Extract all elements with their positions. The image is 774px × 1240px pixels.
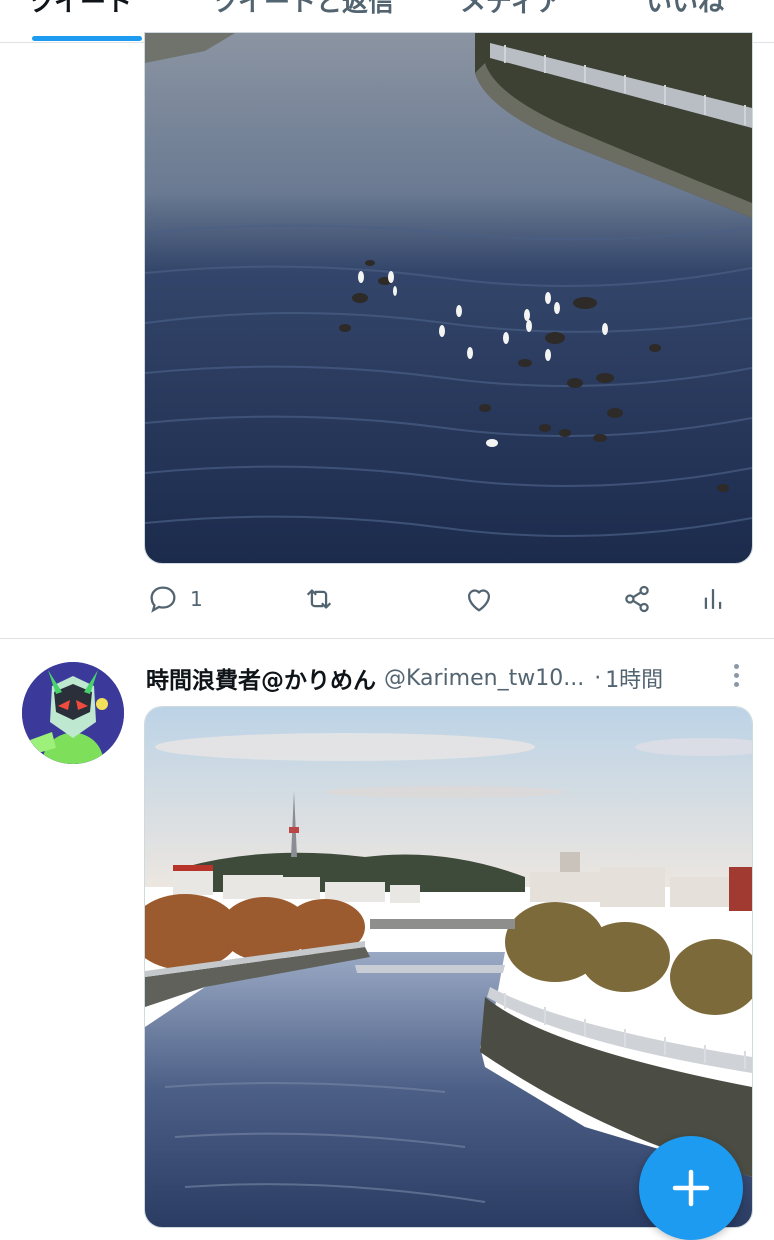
compose-plus-icon: [672, 1169, 710, 1207]
display-name[interactable]: 時間浪費者@かりめん: [146, 661, 376, 695]
meta-separator: ·: [594, 665, 602, 691]
tweet-timestamp[interactable]: 1時間: [605, 662, 663, 694]
like-icon: [467, 589, 491, 612]
user-handle[interactable]: @Karimen_tw10...: [384, 666, 584, 691]
tab-tweets-and-replies[interactable]: ツイートと返信: [212, 0, 394, 19]
tweet2-header: 時間浪費者@かりめん @Karimen_tw10... · 1時間: [146, 660, 663, 696]
retweet-icon: [306, 589, 332, 609]
tab-likes[interactable]: いいね: [646, 0, 724, 19]
share-button[interactable]: [620, 582, 654, 616]
more-options-button[interactable]: [724, 660, 748, 690]
share-icon: [625, 585, 649, 613]
reply-icon: [150, 586, 176, 613]
tweet1-action-bar: 1: [0, 582, 774, 622]
tweet-divider: [0, 638, 774, 639]
retweet-button[interactable]: [302, 582, 336, 616]
analytics-button[interactable]: [696, 582, 730, 616]
analytics-icon: [704, 589, 722, 609]
tab-media[interactable]: メディア: [460, 0, 562, 19]
tweet-media-river-egrets[interactable]: [144, 32, 753, 564]
like-button[interactable]: [462, 582, 496, 616]
active-tab-indicator: [32, 36, 142, 41]
tab-tweets[interactable]: ツイート: [28, 0, 132, 19]
compose-tweet-button[interactable]: [639, 1136, 743, 1240]
user-avatar[interactable]: [22, 662, 124, 764]
reply-count: 1: [190, 587, 203, 611]
reply-button[interactable]: 1: [146, 582, 203, 616]
more-icon: [733, 663, 739, 669]
